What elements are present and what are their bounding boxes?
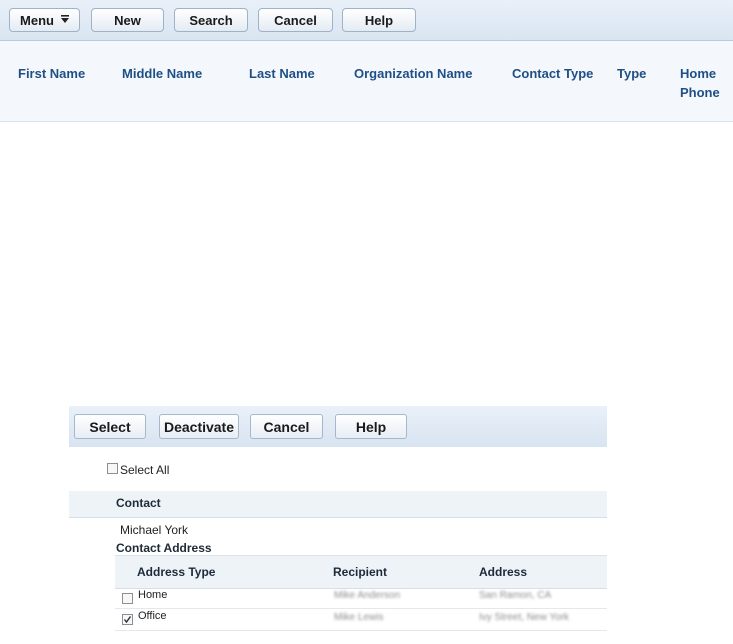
main-toolbar: Menu New Search Cancel Help [0,0,733,41]
address-home-checkbox[interactable] [122,593,133,604]
column-middle-name[interactable]: Middle Name [122,64,202,83]
column-recipient[interactable]: Recipient [333,565,387,579]
address-type-home: Home [138,589,168,601]
recipient-home: Mike Anderson [334,590,401,601]
checkmark-icon [123,616,132,624]
select-button[interactable]: Select [74,414,146,439]
deactivate-button[interactable]: Deactivate [159,414,239,439]
column-last-name[interactable]: Last Name [249,64,315,83]
recipient-office: Mike Lewis [334,612,384,623]
address-dialog: Select Deactivate Cancel Help Select All… [69,406,607,644]
dialog-cancel-button[interactable]: Cancel [250,414,323,439]
column-contact-type[interactable]: Contact Type [512,64,593,83]
dialog-toolbar: Select Deactivate Cancel Help [69,406,607,447]
address-type-office: Office [138,610,167,622]
column-first-name[interactable]: First Name [18,64,85,83]
menu-label: Menu [20,12,54,28]
menu-button[interactable]: Menu [9,8,80,32]
dialog-help-button[interactable]: Help [335,414,407,439]
address-office: Ivy Street, New York [479,612,570,623]
new-button[interactable]: New [91,8,164,32]
search-button[interactable]: Search [174,8,248,32]
address-home: San Ramon, CA [479,590,552,601]
column-home-phone[interactable]: Home Phone [680,64,720,102]
select-all-checkbox[interactable] [107,463,118,474]
contact-header: Contact [116,496,161,510]
column-type[interactable]: Type [617,64,646,83]
cancel-button[interactable]: Cancel [258,8,333,32]
column-home-phone-line1: Home [680,66,717,81]
select-all-label: Select All [120,463,170,477]
column-organization-name[interactable]: Organization Name [354,64,472,83]
contact-name: Michael York [120,523,189,537]
column-home-phone-line2: Phone [680,85,720,100]
address-office-checkbox[interactable] [122,614,133,625]
contact-address-header: Contact Address [116,541,212,555]
menu-dropdown-icon [60,15,69,23]
help-button[interactable]: Help [342,8,416,32]
results-table-header: First Name Middle Name Last Name Organiz… [0,41,733,122]
column-address-type[interactable]: Address Type [137,565,215,579]
column-address[interactable]: Address [479,565,527,579]
